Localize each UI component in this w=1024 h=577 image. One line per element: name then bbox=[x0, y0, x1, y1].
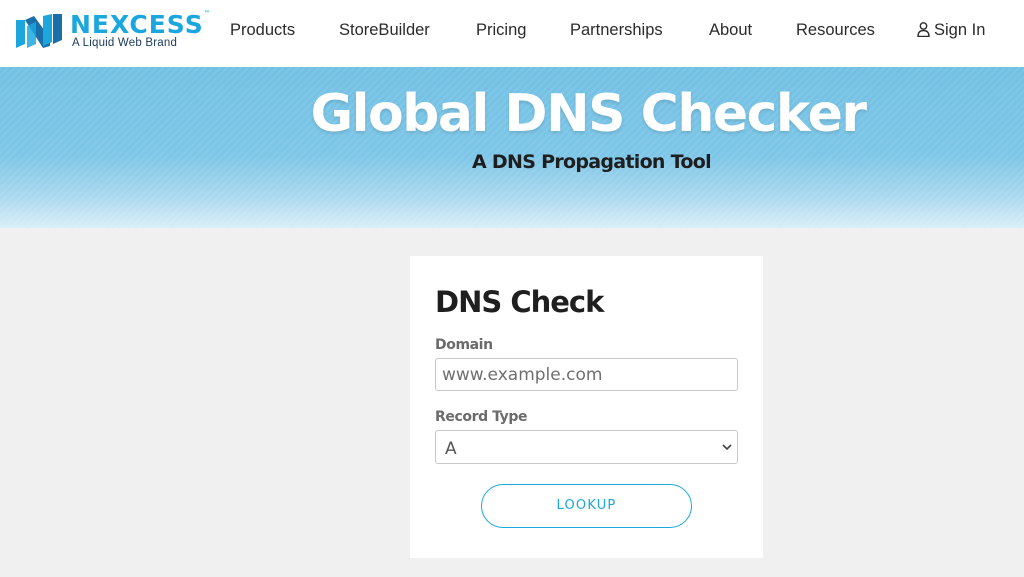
domain-label: Domain bbox=[435, 337, 493, 353]
page-subtitle: A DNS Propagation Tool bbox=[472, 151, 712, 173]
nexcess-logo[interactable]: NEXCESS™ A Liquid Web Brand bbox=[16, 10, 216, 52]
nav-products[interactable]: Products bbox=[230, 21, 295, 40]
nav-storebuilder[interactable]: StoreBuilder bbox=[339, 21, 430, 40]
brand-name: NEXCESS™ bbox=[70, 10, 211, 39]
record-type-label: Record Type bbox=[435, 409, 528, 425]
sign-in-label: Sign In bbox=[934, 21, 986, 39]
brand-tagline: A Liquid Web Brand bbox=[72, 37, 178, 49]
lookup-button[interactable]: LOOKUP bbox=[481, 484, 692, 528]
nav-resources[interactable]: Resources bbox=[796, 21, 875, 40]
nav-partnerships[interactable]: Partnerships bbox=[570, 21, 663, 40]
hero-title-row: Global DNS Checker bbox=[0, 84, 1024, 144]
record-type-select[interactable]: A bbox=[435, 430, 738, 464]
card-title: DNS Check bbox=[435, 285, 604, 319]
page-title: Global DNS Checker bbox=[310, 84, 867, 144]
nav-pricing[interactable]: Pricing bbox=[476, 21, 526, 40]
chevron-down-icon bbox=[722, 444, 732, 451]
hero-banner: Global DNS Checker A DNS Propagation Too… bbox=[0, 67, 1024, 228]
domain-input[interactable] bbox=[435, 358, 738, 391]
sign-in-link[interactable]: Sign In bbox=[917, 21, 985, 40]
user-icon bbox=[917, 22, 930, 37]
trademark-symbol: ™ bbox=[203, 10, 211, 17]
dns-check-card: DNS Check Domain Record Type A LOOKUP bbox=[410, 256, 763, 558]
top-navigation: NEXCESS™ A Liquid Web Brand Products Sto… bbox=[0, 0, 1024, 67]
nav-about[interactable]: About bbox=[709, 21, 752, 40]
record-type-value: A bbox=[445, 439, 457, 459]
nexcess-logo-icon bbox=[16, 14, 62, 48]
